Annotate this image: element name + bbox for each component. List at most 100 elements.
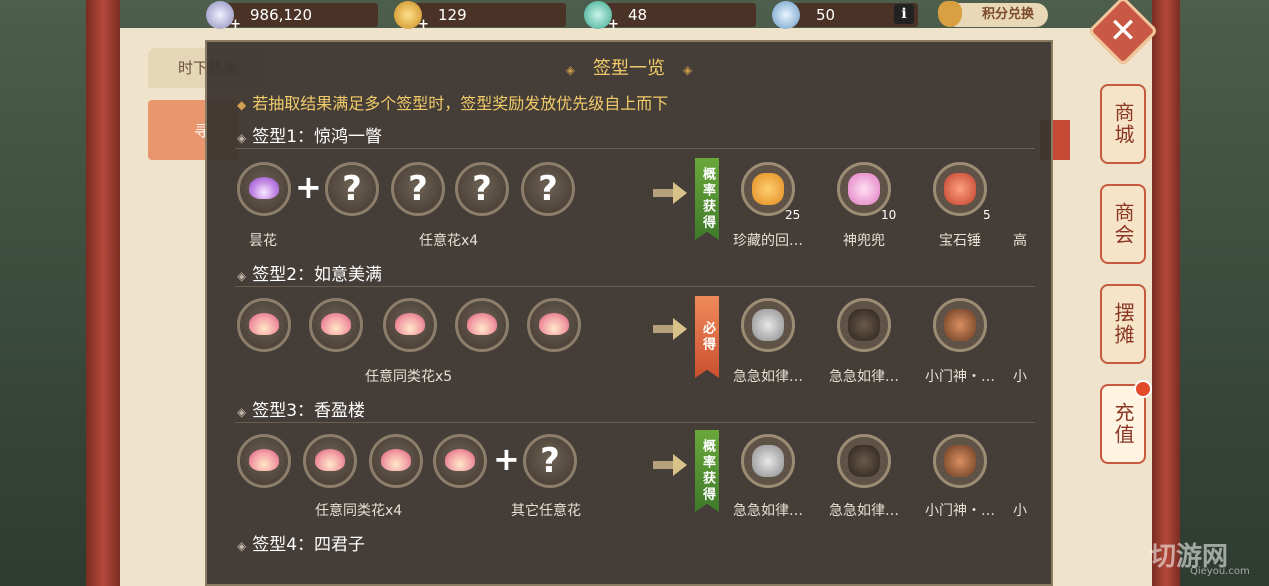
tab-shop[interactable]: 商城 bbox=[1100, 84, 1146, 164]
notification-dot bbox=[1134, 380, 1152, 398]
flower-slot-any: ? bbox=[391, 162, 445, 216]
flower-slot-same bbox=[455, 298, 509, 352]
flower-label: 任意花x4 bbox=[419, 233, 479, 249]
epiphyllum-flower-icon bbox=[249, 177, 279, 199]
priority-note: ◆ 若抽取结果满足多个签型时，签型奖励发放优先级自上而下 bbox=[237, 90, 668, 114]
question-icon: ? bbox=[540, 441, 560, 481]
flower-slot-same bbox=[303, 434, 357, 488]
reward-item[interactable] bbox=[837, 298, 891, 352]
gem-hammer-icon bbox=[944, 173, 976, 205]
reward-label: 宝石锤 bbox=[939, 233, 981, 249]
flower-label: 昙花 bbox=[249, 233, 277, 249]
flower-slot-epiphyllum bbox=[237, 162, 291, 216]
flower-label: 其它任意花 bbox=[511, 503, 581, 519]
frame-pillar-left bbox=[86, 0, 120, 586]
flower-slot-same bbox=[309, 298, 363, 352]
close-icon[interactable]: ✕ bbox=[1098, 6, 1148, 56]
reward-item[interactable] bbox=[933, 434, 987, 488]
watermark: 切游网 Qieyou.com bbox=[1150, 536, 1250, 577]
lotus-flower-icon bbox=[315, 449, 345, 471]
reward-count: 5 bbox=[983, 208, 991, 222]
silver-resource[interactable]: + 986,120 bbox=[206, 1, 378, 32]
reward-item[interactable] bbox=[741, 434, 795, 488]
flower-slot-same bbox=[369, 434, 423, 488]
flower-slot-same bbox=[527, 298, 581, 352]
outfit-icon bbox=[848, 309, 880, 341]
cloud-icon bbox=[772, 1, 800, 29]
reward-item[interactable] bbox=[933, 298, 987, 352]
dialog-title-text: 签型一览 bbox=[593, 58, 665, 79]
frame-pillar-right bbox=[1152, 0, 1180, 586]
reward-label: 神兜兜 bbox=[843, 233, 885, 249]
lotus-flower-icon bbox=[249, 449, 279, 471]
energy-value: 50 bbox=[816, 6, 836, 24]
reward-count: 10 bbox=[881, 208, 897, 222]
treasure-icon bbox=[752, 173, 784, 205]
lotus-flower-icon bbox=[467, 313, 497, 335]
info-icon[interactable]: i bbox=[894, 4, 914, 24]
section-heading: ◈ 签型2：如意美满 bbox=[237, 260, 382, 285]
flower-slot-same bbox=[237, 434, 291, 488]
flower-slot-any: ? bbox=[325, 162, 379, 216]
flower-label: 任意同类花x5 bbox=[365, 369, 453, 385]
door-god-icon bbox=[944, 445, 976, 477]
lotus-flower-icon bbox=[381, 449, 411, 471]
priority-note-text: 若抽取结果满足多个签型时，签型奖励发放优先级自上而下 bbox=[252, 94, 669, 113]
diamond-icon: ◈ bbox=[237, 269, 247, 283]
resource-bar: + 986,120 + 129 + 48 50 i 积分兑换 bbox=[0, 0, 1269, 32]
diamond-icon: ◆ bbox=[237, 98, 247, 112]
reward-label: 高 bbox=[1013, 233, 1027, 249]
outfit-icon bbox=[848, 445, 880, 477]
dialog-title: ◈ 签型一览 ◈ bbox=[207, 54, 1051, 80]
silver-value: 986,120 bbox=[250, 6, 313, 24]
pink-creature-icon bbox=[848, 173, 880, 205]
points-exchange-button[interactable]: 积分兑换 bbox=[938, 1, 1048, 27]
lotus-flower-icon bbox=[539, 313, 569, 335]
divider bbox=[235, 148, 1035, 149]
reward-item[interactable] bbox=[933, 162, 987, 216]
jade-resource[interactable]: + 48 bbox=[584, 1, 756, 32]
divider bbox=[235, 286, 1035, 287]
reward-label: 小门神・… bbox=[925, 369, 995, 385]
plus-icon: + bbox=[493, 440, 520, 478]
reward-item[interactable] bbox=[837, 434, 891, 488]
arrow-right-icon bbox=[653, 318, 689, 340]
reward-label: 小 bbox=[1013, 369, 1027, 385]
section-heading-text: 签型2：如意美满 bbox=[252, 265, 383, 285]
outfit-icon bbox=[752, 445, 784, 477]
plus-icon: + bbox=[295, 168, 322, 206]
flower-slot-any: ? bbox=[521, 162, 575, 216]
probability-ribbon: 概率获得 bbox=[695, 430, 719, 512]
reward-label: 急急如律… bbox=[829, 503, 899, 519]
gold-resource[interactable]: + 129 bbox=[394, 1, 566, 32]
reward-label: 急急如律… bbox=[829, 369, 899, 385]
tab-recharge-label: 充值 bbox=[1111, 402, 1135, 446]
section-heading-text: 签型1：惊鸿一瞥 bbox=[252, 127, 383, 147]
money-bag-icon bbox=[938, 1, 962, 27]
reward-item[interactable] bbox=[741, 298, 795, 352]
divider bbox=[235, 422, 1035, 423]
tab-guild[interactable]: 商会 bbox=[1100, 184, 1146, 264]
guaranteed-ribbon: 必得 bbox=[695, 296, 719, 378]
diamond-icon: ◈ bbox=[565, 63, 575, 77]
points-exchange-label: 积分兑换 bbox=[981, 7, 1034, 22]
flower-label: 任意同类花x4 bbox=[315, 503, 403, 519]
lotus-flower-icon bbox=[395, 313, 425, 335]
flower-slot-any: ? bbox=[523, 434, 577, 488]
reward-label: 小门神・… bbox=[925, 503, 995, 519]
section-heading: ◈ 签型1：惊鸿一瞥 bbox=[237, 122, 382, 147]
tab-stall[interactable]: 摆摊 bbox=[1100, 284, 1146, 364]
add-icon: + bbox=[230, 17, 241, 32]
add-icon: + bbox=[608, 17, 619, 32]
flower-slot-same bbox=[433, 434, 487, 488]
diamond-icon: ◈ bbox=[237, 539, 247, 553]
door-god-icon bbox=[944, 309, 976, 341]
arrow-right-icon bbox=[653, 182, 689, 204]
outfit-icon bbox=[752, 309, 784, 341]
tab-recharge[interactable]: 充值 bbox=[1100, 380, 1152, 464]
watermark-sub: Qieyou.com bbox=[1190, 566, 1250, 577]
question-icon: ? bbox=[472, 169, 492, 209]
diamond-icon: ◈ bbox=[683, 63, 693, 77]
question-icon: ? bbox=[408, 169, 428, 209]
section-heading-text: 签型3：香盈楼 bbox=[252, 401, 366, 421]
